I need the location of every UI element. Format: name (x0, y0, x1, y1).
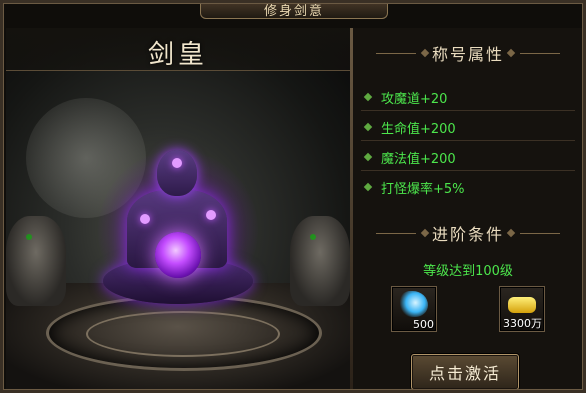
meditating-figure-head (157, 150, 197, 196)
activate-button[interactable]: 点击激活 (411, 354, 519, 390)
chakra-dot-shoulder-left (140, 214, 150, 224)
window-title-tab: 修身剑意 (200, 0, 388, 19)
game-window: 修身剑意 剑皇 称号属性 攻魔道+20 生命值+200 魔法值+200 打怪爆率… (0, 0, 586, 393)
level-requirement: 等级达到100级 (423, 264, 513, 279)
attribute-text: 打怪爆率+5% (381, 181, 465, 197)
chakra-dot-shoulder-right (206, 210, 216, 220)
diamond-bullet-icon (363, 122, 373, 132)
header-line (520, 232, 560, 234)
energy-orb (155, 232, 201, 278)
row-separator (361, 140, 575, 141)
attribute-text: 生命值+200 (381, 121, 456, 137)
gold-ingot-icon (508, 297, 536, 313)
header-line (520, 52, 560, 54)
dragon-statue-right (290, 216, 350, 306)
attribute-row: 打怪爆率+5% (363, 178, 465, 197)
attributes-heading: 称号属性 (431, 45, 504, 64)
info-panel: 称号属性 攻魔道+20 生命值+200 魔法值+200 打怪爆率+5% 进阶条件 (353, 28, 583, 393)
header-diamond-icon (506, 228, 516, 238)
header-diamond-icon (420, 228, 430, 238)
window-title: 修身剑意 (263, 3, 324, 19)
diamond-bullet-icon (363, 92, 373, 102)
cost-quantity: 3300万 (503, 317, 542, 330)
title-name: 剑皇 (148, 40, 209, 70)
attributes-header: 称号属性 (353, 40, 583, 66)
dragon-eye (310, 234, 316, 240)
crystal-icon (400, 291, 428, 317)
header-line (375, 52, 416, 54)
chakra-dot-forehead (172, 158, 182, 168)
row-separator (361, 110, 575, 111)
header-diamond-icon (420, 48, 430, 58)
header-line (375, 232, 416, 234)
attribute-text: 魔法值+200 (381, 151, 456, 167)
cost-slot-crystal[interactable]: 500 (391, 286, 437, 332)
attribute-text: 攻魔道+20 (381, 91, 448, 107)
row-separator (361, 170, 575, 171)
cost-quantity: 500 (413, 318, 434, 331)
diamond-bullet-icon (363, 182, 373, 192)
attribute-row: 攻魔道+20 (363, 88, 448, 107)
activate-button-label: 点击激活 (428, 364, 501, 383)
diamond-bullet-icon (363, 152, 373, 162)
advance-header: 进阶条件 (353, 220, 583, 246)
attribute-row: 生命值+200 (363, 118, 456, 137)
dragon-statue-left (6, 216, 66, 306)
advance-heading: 进阶条件 (431, 225, 504, 244)
floor-inner-ring (86, 311, 280, 357)
cost-slot-gold[interactable]: 3300万 (499, 286, 545, 332)
attribute-row: 魔法值+200 (363, 148, 456, 167)
dragon-eye (26, 234, 32, 240)
title-name-plate: 剑皇 (6, 28, 350, 71)
header-diamond-icon (506, 48, 516, 58)
